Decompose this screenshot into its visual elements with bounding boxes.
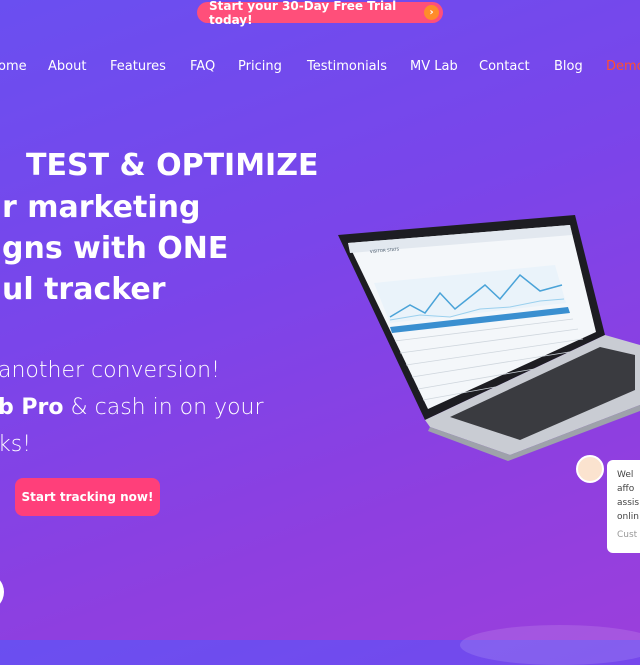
nav-demo[interactable]: Demo xyxy=(606,59,640,74)
chat-line-4: onlin xyxy=(617,512,639,522)
hero-sub-line-1: another conversion! xyxy=(0,358,220,383)
hero-heading-line-2: r marketing xyxy=(2,190,201,225)
nav-about[interactable]: About xyxy=(48,59,86,74)
decorative-wave xyxy=(460,625,640,665)
hero-heading-line-4: ul tracker xyxy=(2,272,166,307)
nav-faq[interactable]: FAQ xyxy=(190,59,215,74)
hero-sub-line-2: b Pro & cash in on your xyxy=(0,394,264,422)
free-trial-label: Start your 30-Day Free Trial today! xyxy=(209,0,397,27)
side-widget-button[interactable] xyxy=(0,573,4,611)
chat-widget[interactable]: Wel affo assis onlin Cust xyxy=(607,460,640,553)
nav-mv-lab[interactable]: MV Lab xyxy=(410,59,458,74)
nav-home[interactable]: ome xyxy=(0,59,27,74)
chat-line-1: Wel xyxy=(617,470,634,480)
chat-agent-avatar xyxy=(576,455,604,483)
nav-pricing[interactable]: Pricing xyxy=(238,59,282,74)
hero-heading-line-1: TEST & OPTIMIZE xyxy=(26,148,319,183)
chat-line-2: affo xyxy=(617,484,635,494)
hero-sub-line-3: ks! xyxy=(0,432,32,457)
hero-heading-line-3: gns with ONE xyxy=(2,231,229,266)
main-nav: ome About Features FAQ Pricing Testimoni… xyxy=(0,59,640,79)
chat-line-3: assis xyxy=(617,498,640,508)
hero-sub-line-2-rest: & cash in on your xyxy=(63,395,264,420)
laptop-illustration: VISITOR STATS xyxy=(338,215,640,461)
nav-contact[interactable]: Contact xyxy=(479,59,530,74)
chevron-right-icon: › xyxy=(424,5,439,20)
free-trial-banner[interactable]: Start your 30-Day Free Trial today! › xyxy=(197,0,443,27)
nav-testimonials[interactable]: Testimonials xyxy=(307,59,387,74)
nav-features[interactable]: Features xyxy=(110,59,166,74)
chat-muted-line: Cust xyxy=(617,530,638,540)
start-tracking-button[interactable]: Start tracking now! xyxy=(15,478,160,516)
product-name: b Pro xyxy=(0,395,64,420)
nav-blog[interactable]: Blog xyxy=(554,59,583,74)
